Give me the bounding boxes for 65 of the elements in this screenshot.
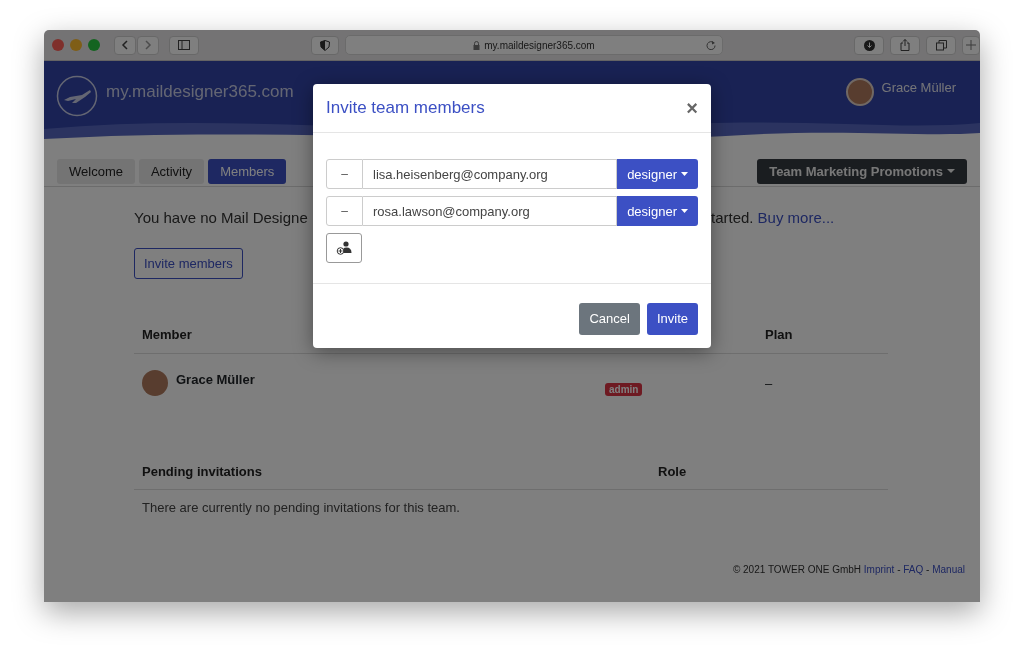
cancel-button[interactable]: Cancel xyxy=(579,303,640,335)
plus-icon xyxy=(966,40,976,50)
share-icon xyxy=(900,39,910,51)
caret-icon xyxy=(681,172,688,177)
tabs-icon xyxy=(935,39,947,51)
plan-cell-text: – xyxy=(765,374,773,393)
nav-tab[interactable]: Activity xyxy=(138,158,205,185)
reload-icon xyxy=(706,40,716,50)
sidebar-icon xyxy=(178,40,190,50)
add-person-icon xyxy=(335,241,353,256)
column-header: Member xyxy=(142,326,193,344)
nav-tab[interactable]: Members xyxy=(208,158,287,185)
dialog-title: Invite team members xyxy=(326,98,485,119)
member-avatar xyxy=(142,369,168,396)
nav-tab[interactable]: Welcome xyxy=(57,158,135,185)
user-name[interactable]: Grace Müller xyxy=(881,78,956,98)
column-header: Plan xyxy=(765,326,793,344)
copyright-text: © 2021 TOWER ONE GmbH xyxy=(732,563,863,575)
forward-icon xyxy=(144,40,152,50)
invite-members-button[interactable]: Invite members xyxy=(134,247,243,279)
role-dropdown[interactable]: designer xyxy=(617,196,698,227)
window-control-button[interactable] xyxy=(52,39,64,51)
tab-overview-button[interactable] xyxy=(926,35,956,55)
email-field[interactable]: rosa.lawson@company.org xyxy=(363,196,618,227)
window-control-button[interactable] xyxy=(70,39,82,51)
plane-logo-icon xyxy=(56,75,98,117)
column-header: Pending invitations xyxy=(142,462,263,481)
lock-icon xyxy=(473,40,481,50)
caret-icon xyxy=(947,169,955,174)
new-tab-button[interactable] xyxy=(962,35,980,55)
footer-link[interactable]: Manual xyxy=(932,563,965,575)
notice-text: tarted. xyxy=(711,208,754,228)
remove-button[interactable]: – xyxy=(326,159,363,190)
user-avatar xyxy=(845,78,874,106)
sidebar-button[interactable] xyxy=(169,35,199,55)
url-text: my.maildesigner365.com xyxy=(484,38,595,53)
privacy-button[interactable] xyxy=(311,35,339,55)
back-icon xyxy=(121,40,129,50)
member-name: Grace Müller xyxy=(176,370,255,389)
empty-message: There are currently no pending invitations for this team. xyxy=(141,499,461,517)
link-separator: - xyxy=(925,563,931,575)
close-button[interactable]: × xyxy=(686,98,698,119)
back-button[interactable] xyxy=(114,35,136,55)
footer-link[interactable]: Imprint xyxy=(863,563,895,575)
footer-link[interactable]: FAQ xyxy=(903,563,924,575)
link-separator: - xyxy=(896,563,902,575)
remove-button[interactable]: – xyxy=(326,196,363,227)
column-header: Role xyxy=(658,462,687,481)
notice-text: You have no Mail Designe xyxy=(134,209,308,226)
logo-text: my.maildesigner365.com xyxy=(106,81,294,103)
window-control-button[interactable] xyxy=(88,39,100,51)
role-badge: admin xyxy=(605,382,643,396)
caret-icon xyxy=(681,209,688,214)
download-icon xyxy=(863,39,875,51)
team-dropdown[interactable]: Team Marketing Promotions xyxy=(757,158,967,185)
role-dropdown[interactable]: designer xyxy=(617,159,698,190)
shield-icon xyxy=(320,39,330,51)
add-member-button[interactable] xyxy=(326,233,362,264)
invite-button[interactable]: Invite xyxy=(646,303,698,335)
email-field[interactable]: lisa.heisenberg@company.org xyxy=(363,159,618,190)
share-button[interactable] xyxy=(890,35,920,55)
buy-more-link[interactable]: Buy more... xyxy=(757,207,835,230)
address-bar[interactable]: my.maildesigner365.com xyxy=(345,35,723,55)
forward-button[interactable] xyxy=(137,35,159,55)
download-button[interactable] xyxy=(854,35,884,55)
